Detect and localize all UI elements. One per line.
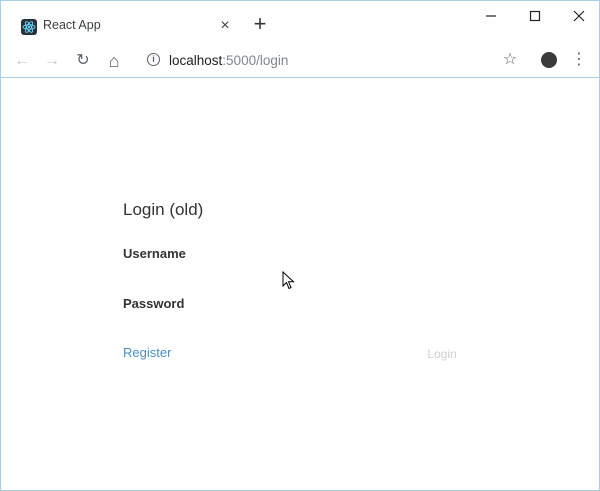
password-label: Password: [123, 296, 185, 311]
new-tab-icon[interactable]: +: [250, 13, 270, 35]
minimize-icon[interactable]: [469, 1, 513, 31]
react-logo-icon: [21, 19, 37, 35]
address-bar[interactable]: i localhost:5000/login: [141, 49, 521, 73]
username-label: Username: [123, 246, 186, 261]
reload-icon[interactable]: ↻: [72, 51, 94, 71]
home-icon[interactable]: ⌂: [103, 51, 125, 71]
forward-arrow-icon[interactable]: →: [41, 51, 63, 71]
window-close-icon[interactable]: [557, 1, 599, 31]
extension-icon[interactable]: [541, 52, 557, 68]
password-field[interactable]: [201, 294, 461, 314]
tab-strip: React App × +: [1, 1, 599, 45]
tab-react-app[interactable]: React App ×: [9, 9, 241, 45]
register-link[interactable]: Register: [123, 345, 171, 360]
mouse-cursor-icon: [282, 271, 295, 290]
username-field[interactable]: [201, 244, 461, 264]
browser-toolbar: ← → ↻ ⌂ i localhost:5000/login ☆ ⋮: [1, 45, 599, 78]
url-path: :5000/login: [222, 53, 289, 68]
tab-close-icon[interactable]: ×: [217, 17, 233, 35]
url-host: localhost: [169, 53, 223, 68]
bookmark-star-icon[interactable]: ☆: [500, 49, 520, 71]
browser-window: React App × + ← → ↻ ⌂ i localhost:5000/l…: [0, 0, 600, 491]
login-button[interactable]: Login: [413, 344, 471, 364]
menu-dots-icon[interactable]: ⋮: [571, 49, 587, 71]
page-title: Login (old): [123, 200, 204, 219]
tab-title: React App: [43, 18, 101, 32]
back-arrow-icon[interactable]: ←: [11, 51, 33, 71]
url-text[interactable]: localhost:5000/login: [169, 53, 288, 68]
page-content: Login (old) Username Password Register L…: [1, 78, 599, 490]
info-icon[interactable]: i: [147, 53, 160, 66]
maximize-icon[interactable]: [513, 1, 557, 31]
